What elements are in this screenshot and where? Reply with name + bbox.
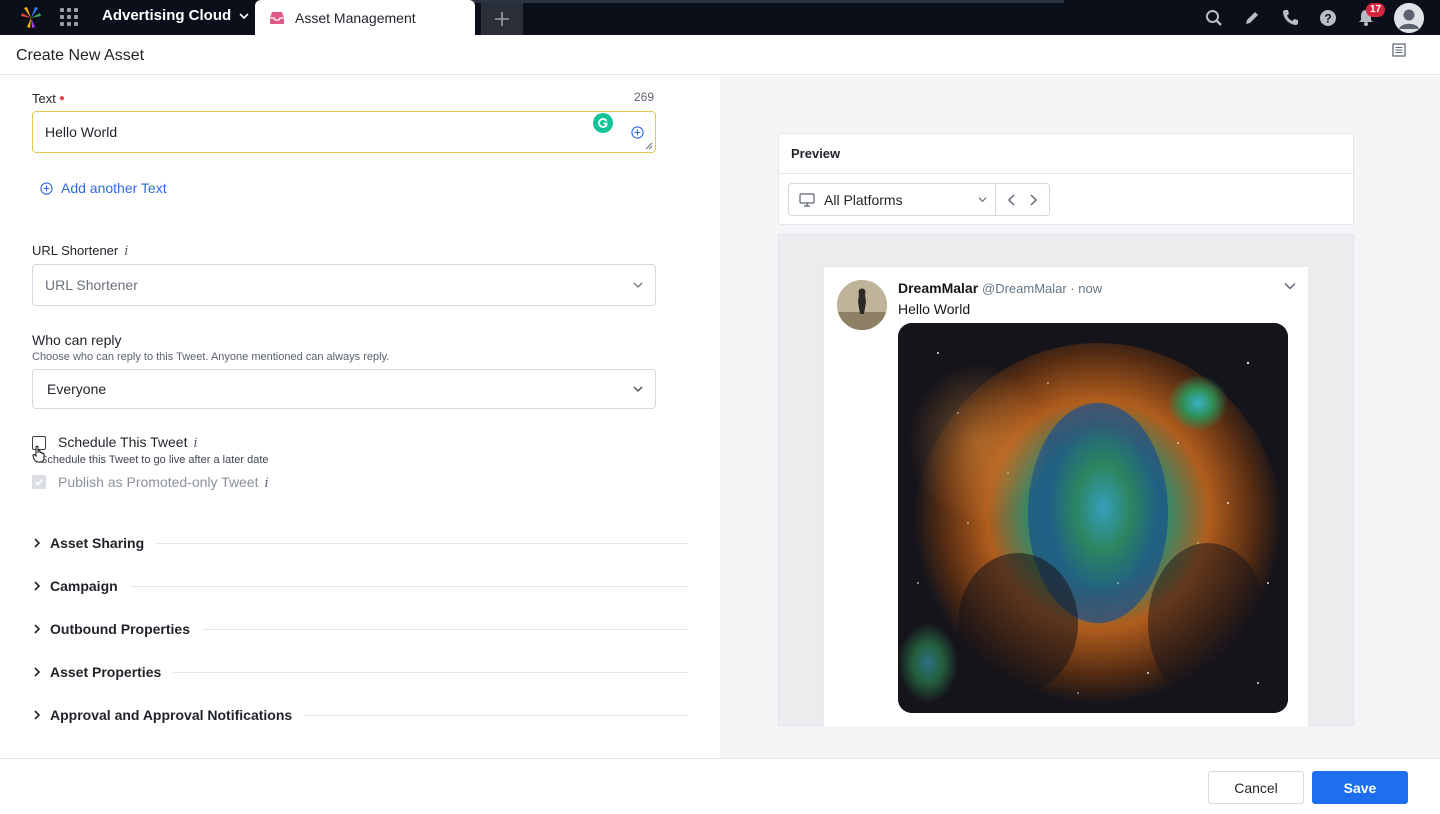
tab-label: Asset Management	[295, 9, 416, 26]
who-can-reply-select[interactable]: Everyone	[32, 369, 656, 409]
required-marker: ●	[58, 93, 65, 104]
inbox-icon	[270, 11, 284, 24]
chevron-down-icon	[239, 12, 249, 19]
chevron-down-icon	[633, 282, 643, 288]
tweet-avatar	[837, 280, 887, 330]
section-outbound-properties[interactable]: Outbound Properties	[32, 619, 688, 639]
monitor-icon	[799, 192, 815, 207]
platform-select[interactable]: All Platforms	[788, 183, 996, 216]
user-avatar[interactable]	[1394, 2, 1424, 33]
section-asset-sharing[interactable]: Asset Sharing	[32, 533, 688, 553]
help-icon[interactable]: ?	[1318, 8, 1338, 28]
user-silhouette-icon	[1394, 2, 1424, 33]
section-campaign[interactable]: Campaign	[32, 576, 688, 596]
tab-strip-track	[454, 0, 1064, 3]
chevron-down-icon[interactable]	[1284, 280, 1296, 292]
new-tab-button[interactable]	[481, 3, 523, 35]
section-title: Campaign	[50, 578, 118, 594]
section-asset-properties[interactable]: Asset Properties	[32, 662, 688, 682]
who-can-reply-value: Everyone	[47, 381, 107, 397]
tweet-preview: DreamMalar @DreamMalar · now Hello World	[823, 266, 1309, 726]
chevron-right-icon	[34, 581, 41, 591]
app-launcher-icon[interactable]	[60, 8, 78, 26]
preview-card: Preview All Platforms	[778, 133, 1354, 225]
pencil-icon[interactable]	[1242, 8, 1262, 28]
section-divider	[129, 585, 688, 587]
plus-icon	[495, 12, 509, 26]
notes-icon[interactable]	[1392, 43, 1406, 57]
chevron-down-icon	[633, 386, 643, 392]
form-footer: Cancel Save	[0, 758, 1440, 814]
plus-circle-icon	[40, 181, 53, 195]
section-title: Asset Sharing	[50, 535, 145, 551]
add-another-text-button[interactable]: Add another Text	[40, 180, 167, 196]
checkmark-icon	[34, 478, 44, 486]
nebula-image	[898, 323, 1288, 713]
chevron-down-icon	[978, 197, 987, 203]
url-shortener-select[interactable]: URL Shortener	[32, 264, 656, 306]
schedule-tweet-help: Schedule this Tweet to go live after a l…	[40, 454, 269, 466]
search-icon[interactable]	[1204, 8, 1224, 28]
tweet-media-image	[898, 323, 1288, 713]
info-icon[interactable]: i	[124, 244, 128, 259]
who-can-reply-help: Choose who can reply to this Tweet. Anyo…	[32, 351, 390, 363]
tweet-text: Hello World	[898, 301, 971, 317]
grammarly-icon[interactable]	[593, 113, 613, 133]
url-shortener-placeholder: URL Shortener	[45, 277, 138, 293]
previous-icon[interactable]	[1007, 194, 1017, 206]
promoted-only-label: Publish as Promoted-only Tweet i	[58, 474, 269, 491]
text-input[interactable]: Hello World	[32, 111, 656, 153]
app-name-label: Advertising Cloud	[102, 7, 232, 24]
top-navigation-bar: Advertising Cloud Asset Management ? 17	[0, 0, 1440, 35]
chevron-right-icon	[34, 538, 41, 548]
hand-cursor-icon	[32, 445, 45, 463]
page-header: Create New Asset	[0, 35, 1440, 75]
cancel-button[interactable]: Cancel	[1208, 771, 1304, 804]
info-icon[interactable]: i	[265, 476, 269, 491]
app-logo-icon[interactable]	[18, 4, 44, 30]
schedule-tweet-label: Schedule This Tweet i	[58, 434, 198, 451]
chevron-right-icon	[34, 710, 41, 720]
section-approval-notifications[interactable]: Approval and Approval Notifications	[32, 705, 688, 725]
section-divider	[173, 671, 688, 673]
phone-icon[interactable]	[1280, 8, 1300, 28]
chevron-right-icon	[34, 667, 41, 677]
asset-form: Text ● 269 Hello World Add another Text U…	[0, 76, 720, 758]
section-divider	[304, 714, 688, 716]
resize-handle-icon[interactable]	[645, 142, 653, 150]
notifications-bell-icon[interactable]: 17	[1356, 2, 1386, 28]
character-counter: 269	[634, 90, 655, 104]
notification-count-badge: 17	[1366, 2, 1386, 17]
who-can-reply-label: Who can reply	[32, 332, 122, 348]
url-shortener-label: URL Shortener i	[32, 243, 129, 259]
tweet-author-name: DreamMalar	[898, 280, 979, 296]
top-action-icons: ? 17	[1204, 0, 1424, 35]
info-icon[interactable]: i	[193, 436, 197, 451]
section-title: Outbound Properties	[50, 621, 190, 637]
preview-title: Preview	[779, 134, 1353, 174]
page-title: Create New Asset	[16, 47, 145, 64]
save-button[interactable]: Save	[1312, 771, 1408, 804]
platform-value: All Platforms	[824, 191, 903, 208]
add-another-text-label: Add another Text	[61, 180, 167, 196]
avatar-photo-icon	[837, 280, 887, 330]
tweet-author-handle: @DreamMalar · now	[982, 281, 1103, 296]
section-divider	[156, 542, 688, 544]
promoted-only-checkbox[interactable]	[32, 475, 46, 489]
text-input-value: Hello World	[45, 124, 118, 140]
section-title: Asset Properties	[50, 664, 162, 680]
text-field-label: Text ●	[32, 91, 65, 106]
section-divider	[202, 628, 688, 630]
next-icon[interactable]	[1028, 194, 1038, 206]
tab-asset-management[interactable]: Asset Management	[255, 0, 475, 35]
svg-text:?: ?	[1324, 11, 1331, 25]
section-title: Approval and Approval Notifications	[50, 707, 293, 723]
chevron-right-icon	[34, 624, 41, 634]
app-switcher[interactable]: Advertising Cloud	[102, 7, 249, 24]
preview-pager	[995, 183, 1050, 216]
add-variable-icon[interactable]	[631, 126, 644, 139]
